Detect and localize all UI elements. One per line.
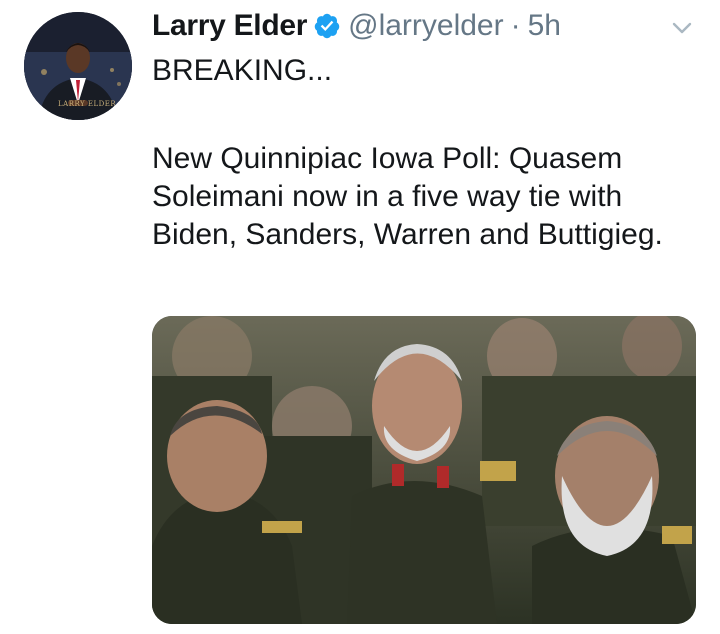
tweet-text-line1: BREAKING... (152, 54, 333, 87)
avatar[interactable]: LARRY ELDER (24, 12, 132, 120)
avatar-watermark: LARRY ELDER (58, 100, 117, 108)
verified-badge-icon (313, 12, 341, 40)
handle[interactable]: @larryelder (348, 8, 504, 44)
timestamp[interactable]: 5h (528, 8, 561, 44)
separator-dot: · (510, 9, 521, 42)
tweet-text-body: New Quinnipiac Iowa Poll: Quasem Soleima… (152, 142, 663, 251)
tweet[interactable]: LARRY ELDER Larry Elder @larryelder · 5h… (0, 0, 720, 634)
tweet-header: Larry Elder @larryelder · 5h (152, 8, 561, 44)
display-name[interactable]: Larry Elder (152, 8, 307, 44)
tweet-photo[interactable] (152, 316, 696, 624)
chevron-down-icon[interactable] (668, 18, 696, 38)
